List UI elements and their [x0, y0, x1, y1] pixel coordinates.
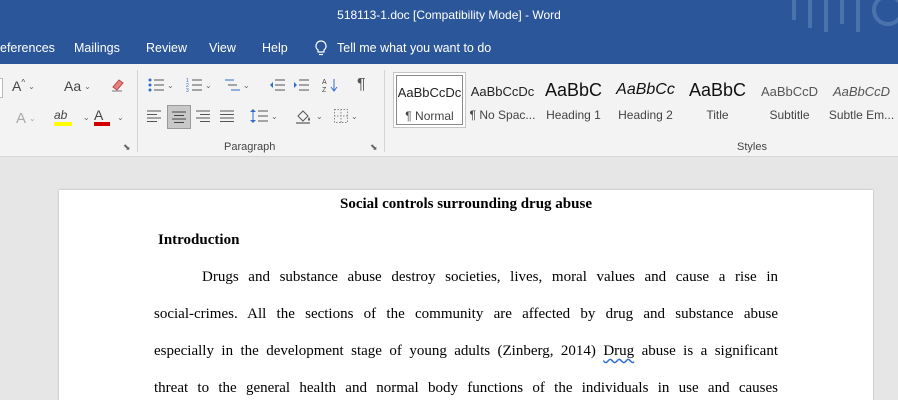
style-subtle-emphasis[interactable]: AaBbCcD Subtle Em... — [825, 72, 898, 128]
document-page[interactable]: Social controls surrounding drug abuse I… — [59, 190, 873, 400]
style-name: Heading 1 — [546, 108, 601, 122]
style-no-spacing[interactable]: AaBbCcDc ¶ No Spac... — [466, 72, 539, 128]
style-heading-2[interactable]: AaBbCc Heading 2 — [609, 72, 682, 128]
paragraph-line: especially in the development stage of y… — [154, 343, 778, 360]
highlighter-icon: ab — [54, 108, 68, 122]
style-heading-1[interactable]: AaBbC Heading 1 — [537, 72, 610, 128]
style-preview: AaBbC — [544, 80, 603, 100]
text-effects-icon: A — [16, 110, 27, 127]
sort-icon: AZ — [322, 79, 338, 93]
style-name: Subtitle — [769, 108, 810, 122]
font-color-button[interactable]: A — [94, 108, 110, 126]
borders-icon — [334, 109, 348, 123]
tab-review[interactable]: Review — [146, 41, 187, 55]
paragraph-dialog-launcher-icon[interactable]: ⬊ — [370, 142, 378, 153]
line-spacing-icon — [250, 109, 268, 123]
style-preview: AaBbCcDc — [397, 85, 462, 100]
style-name: Title — [706, 108, 729, 122]
style-title[interactable]: AaBbC Title — [681, 72, 754, 128]
paragraph-line: threat to the general health and normal … — [154, 380, 778, 396]
tab-references[interactable]: eferences — [0, 41, 55, 55]
document-canvas: Social controls surrounding drug abuse I… — [0, 157, 898, 400]
multilevel-list-button[interactable]: ⌄ — [224, 78, 250, 92]
numbering-icon: 123 — [186, 78, 202, 92]
grow-font-button[interactable]: A ^ ⌄ — [12, 78, 35, 95]
font-color-bar — [94, 122, 110, 126]
title-bar-decoration — [792, 0, 898, 32]
style-preview: AaBbCcDc — [470, 84, 535, 99]
style-preview: AaBbCcD — [832, 84, 891, 99]
title-bar: 518113-1.doc [Compatibility Mode] - Word — [0, 0, 898, 32]
group-separator — [137, 70, 138, 152]
document-title: Social controls surrounding drug abuse — [339, 196, 592, 212]
highlight-button[interactable]: ab — [54, 108, 72, 126]
justify-button[interactable] — [220, 110, 234, 122]
style-subtitle[interactable]: AaBbCcD Subtitle — [753, 72, 826, 128]
align-right-icon — [196, 110, 210, 122]
svg-text:A: A — [322, 79, 327, 86]
style-normal[interactable]: AaBbCcDc ¶ Normal — [393, 72, 466, 128]
style-preview: AaBbCcD — [760, 84, 819, 99]
align-left-button[interactable] — [147, 110, 161, 122]
ribbon-tabs: eferences Mailings Review View Help Tell… — [0, 32, 898, 64]
pilcrow-icon[interactable]: ¶ — [357, 76, 366, 94]
paragraph-line: social-crimes. All the sections of the c… — [154, 306, 778, 322]
shading-button[interactable]: ⌄ — [295, 108, 323, 124]
tab-mailings[interactable]: Mailings — [74, 41, 120, 55]
font-dialog-launcher-icon[interactable]: ⬊ — [123, 142, 131, 153]
style-name: Subtle Em... — [828, 108, 895, 122]
increase-indent-button[interactable] — [293, 78, 309, 92]
svg-text:3: 3 — [186, 88, 189, 92]
justify-icon — [220, 110, 234, 122]
clear-formatting-button[interactable] — [110, 77, 126, 93]
change-case-icon: Aa — [64, 78, 82, 94]
paragraph-text: abuse is a significant — [641, 343, 779, 359]
font-size-box[interactable] — [0, 78, 3, 98]
increase-indent-icon — [294, 79, 309, 91]
paragraph-group-label: Paragraph — [224, 141, 276, 153]
font-color-icon: A — [94, 107, 104, 123]
style-name: ¶ No Spac... — [469, 108, 536, 122]
font-color-dropdown[interactable]: ⌄ — [114, 113, 124, 122]
line-spacing-button[interactable]: ⌄ — [250, 109, 278, 123]
tab-view[interactable]: View — [209, 41, 236, 55]
tab-help[interactable]: Help — [262, 41, 288, 55]
decrease-indent-icon — [270, 79, 285, 91]
style-preview: AaBbCc — [616, 81, 675, 98]
bullets-icon — [148, 78, 164, 92]
ribbon: A ^ ⌄ Aa ⌄ A ⌄ ab ⌄ A ⌄ ⬊ ⌄ 123 ⌄ ⌄ A Z … — [0, 64, 898, 157]
grow-font-icon: A — [12, 78, 22, 94]
eraser-icon — [112, 79, 124, 92]
align-left-icon — [147, 110, 161, 122]
lightbulb-icon — [315, 40, 327, 56]
change-case-button[interactable]: Aa ⌄ — [64, 78, 91, 94]
borders-button[interactable]: ⌄ — [334, 109, 358, 123]
highlight-dropdown[interactable]: ⌄ — [80, 113, 90, 122]
paragraph-text: especially in the development stage of y… — [154, 343, 596, 359]
window-title: 518113-1.doc [Compatibility Mode] - Word — [337, 8, 561, 22]
align-center-button[interactable] — [167, 105, 191, 129]
document-heading: Introduction — [158, 232, 240, 248]
group-separator — [384, 70, 385, 152]
paragraph-line: Drugs and substance abuse destroy societ… — [202, 269, 778, 285]
style-preview: AaBbC — [688, 80, 747, 100]
spellcheck-flagged-word: Drug — [603, 343, 635, 359]
svg-text:Z: Z — [322, 87, 327, 93]
decrease-indent-button[interactable] — [269, 78, 285, 92]
align-right-button[interactable] — [196, 110, 210, 122]
styles-group-label: Styles — [737, 141, 767, 153]
style-name: Heading 2 — [618, 108, 673, 122]
tell-me-search[interactable]: Tell me what you want to do — [314, 40, 491, 56]
highlight-color-bar — [54, 122, 72, 126]
tell-me-label: Tell me what you want to do — [337, 41, 492, 55]
style-name: ¶ Normal — [405, 109, 454, 123]
bullets-button[interactable]: ⌄ — [148, 78, 174, 92]
text-effects-button[interactable]: A ⌄ — [16, 110, 36, 127]
paint-bucket-icon — [296, 110, 310, 124]
numbering-button[interactable]: 123 ⌄ — [186, 78, 212, 92]
multilevel-list-icon — [225, 79, 240, 91]
align-center-icon — [172, 111, 186, 123]
sort-button[interactable]: AZ — [322, 77, 338, 93]
